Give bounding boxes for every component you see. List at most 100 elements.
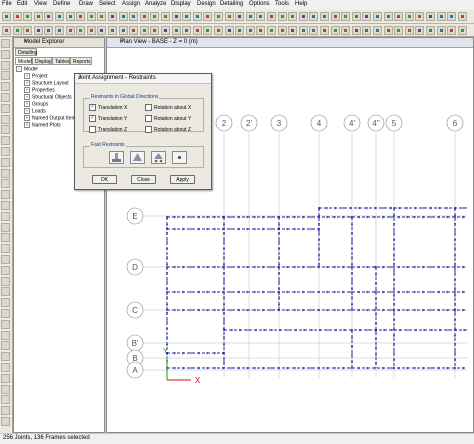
draw-tool-button[interactable] <box>1 190 10 200</box>
toolbar-button[interactable] <box>214 26 223 35</box>
tree-expand-icon[interactable]: + <box>24 80 30 86</box>
toolbar-button[interactable] <box>86 26 96 35</box>
free-joint-button[interactable] <box>172 151 187 164</box>
tree-item-loads[interactable]: + Loads <box>24 108 46 114</box>
toolbar-button[interactable] <box>404 12 414 21</box>
toolbar-button[interactable] <box>97 12 107 21</box>
tab-detailing[interactable]: Detailing <box>15 48 37 56</box>
toolbar-button[interactable] <box>298 12 308 21</box>
toolbar-button[interactable] <box>33 26 43 35</box>
toolbar-button[interactable] <box>2 26 11 35</box>
tree-collapse-icon[interactable]: − <box>16 66 22 72</box>
ok-button[interactable]: OK <box>92 175 117 184</box>
checkbox-box[interactable]: ✓ <box>89 104 96 111</box>
toolbar-button[interactable] <box>86 12 96 21</box>
toolbar-button[interactable] <box>447 26 457 35</box>
draw-tool-button[interactable] <box>1 39 10 48</box>
toolbar-button[interactable] <box>404 26 414 35</box>
toolbar-button[interactable] <box>426 26 435 35</box>
toolbar-button[interactable] <box>55 12 64 21</box>
draw-tool-button[interactable] <box>1 49 10 59</box>
toolbar-button[interactable] <box>267 26 276 35</box>
translation-y-checkbox[interactable]: ✓ Translation Y <box>89 115 127 122</box>
toolbar-button[interactable] <box>457 26 467 35</box>
toolbar-button[interactable] <box>351 12 361 21</box>
toolbar-button[interactable] <box>267 12 276 21</box>
tree-item-named-plots[interactable]: + Named Plots <box>24 122 61 128</box>
draw-tool-button[interactable] <box>1 319 10 329</box>
tree-item-structure-layout[interactable]: + Structure Layout <box>24 80 69 86</box>
close-button[interactable]: Close <box>131 175 156 184</box>
toolbar-button[interactable] <box>436 26 446 35</box>
tree-item-properties[interactable]: + Properties <box>24 87 55 93</box>
toolbar-button[interactable] <box>256 12 266 21</box>
menu-options[interactable]: Options <box>249 1 270 7</box>
toolbar-button[interactable] <box>383 12 393 21</box>
menu-define[interactable]: Define <box>53 1 70 7</box>
toolbar-button[interactable] <box>373 12 382 21</box>
tab-reports[interactable]: Reports <box>70 57 92 65</box>
toolbar-button[interactable] <box>362 26 372 35</box>
toolbar-button[interactable] <box>65 26 75 35</box>
draw-tool-button[interactable] <box>1 125 10 135</box>
fixed-support-button[interactable] <box>109 151 124 164</box>
toolbar-button[interactable] <box>436 12 446 21</box>
toolbar-button[interactable] <box>118 26 128 35</box>
draw-tool-button[interactable] <box>1 255 10 264</box>
menu-analyze[interactable]: Analyze <box>145 1 166 7</box>
menu-edit[interactable]: Edit <box>17 1 27 7</box>
toolbar-button[interactable] <box>192 26 202 35</box>
toolbar-button[interactable] <box>2 12 11 21</box>
menu-view[interactable]: View <box>34 1 47 7</box>
tree-item-groups[interactable]: + Groups <box>24 101 48 107</box>
tree-item-project[interactable]: + Project <box>24 73 48 79</box>
draw-tool-button[interactable] <box>1 276 10 286</box>
toolbar-button[interactable] <box>108 12 117 21</box>
checkbox-box[interactable]: ✓ <box>89 115 96 122</box>
toolbar-button[interactable] <box>23 12 33 21</box>
rotation-x-checkbox[interactable]: Rotation about X <box>145 104 191 111</box>
toolbar-button[interactable] <box>161 12 170 21</box>
draw-tool-button[interactable] <box>1 244 10 254</box>
checkbox-box[interactable] <box>145 115 152 122</box>
toolbar-button[interactable] <box>373 26 382 35</box>
draw-tool-button[interactable] <box>1 93 10 102</box>
toolbar-button[interactable] <box>182 26 192 35</box>
draw-tool-button[interactable] <box>1 265 10 275</box>
draw-tool-button[interactable] <box>1 147 10 156</box>
menu-help[interactable]: Help <box>295 1 307 7</box>
toolbar-button[interactable] <box>23 26 33 35</box>
model-explorer-close-icon[interactable]: × <box>24 39 101 45</box>
draw-tool-button[interactable] <box>1 136 10 146</box>
toolbar-button[interactable] <box>182 12 192 21</box>
checkbox-box[interactable] <box>89 126 96 133</box>
toolbar-button[interactable] <box>426 12 435 21</box>
roller-support-button[interactable] <box>151 151 166 164</box>
toolbar-button[interactable] <box>150 26 160 35</box>
toolbar-button[interactable] <box>415 26 425 35</box>
tree-expand-icon[interactable]: + <box>24 108 30 114</box>
draw-tool-button[interactable] <box>1 341 10 351</box>
toolbar-button[interactable] <box>457 12 467 21</box>
menu-tools[interactable]: Tools <box>275 1 289 7</box>
toolbar-button[interactable] <box>309 26 319 35</box>
toolbar-button[interactable] <box>192 12 202 21</box>
toolbar-button[interactable] <box>150 12 160 21</box>
tree-item-named-output-items[interactable]: + Named Output Items <box>24 115 78 121</box>
tab-model[interactable]: Model <box>15 57 32 65</box>
checkbox-box[interactable] <box>145 104 152 111</box>
toolbar-button[interactable] <box>139 12 149 21</box>
draw-tool-button[interactable] <box>1 309 10 318</box>
toolbar-button[interactable] <box>76 26 86 35</box>
draw-tool-button[interactable] <box>1 103 10 113</box>
draw-tool-button[interactable] <box>1 82 10 92</box>
toolbar-button[interactable] <box>139 26 149 35</box>
toolbar-button[interactable] <box>298 26 308 35</box>
tree-expand-icon[interactable]: + <box>24 115 30 121</box>
toolbar-button[interactable] <box>235 26 245 35</box>
toolbar-button[interactable] <box>235 12 245 21</box>
toolbar-button[interactable] <box>171 12 181 21</box>
toolbar-button[interactable] <box>203 26 213 35</box>
draw-tool-button[interactable] <box>1 114 10 124</box>
toolbar-button[interactable] <box>330 12 340 21</box>
